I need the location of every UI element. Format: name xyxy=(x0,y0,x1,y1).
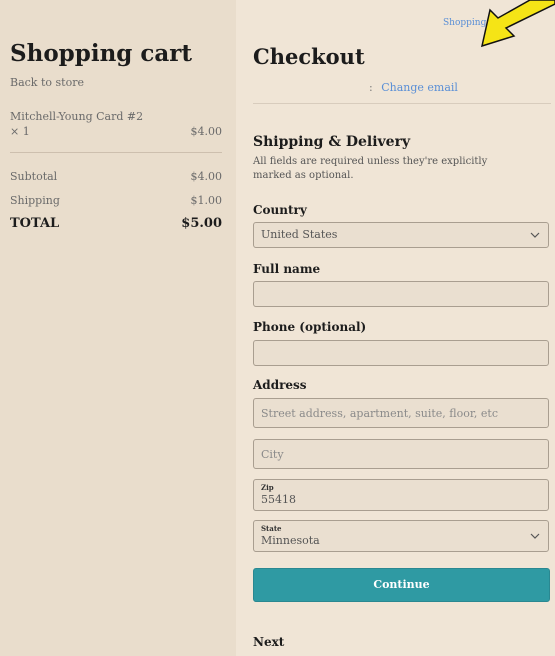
email-separator: : xyxy=(369,81,373,94)
cart-panel: Shopping cart Back to store Mitchell-You… xyxy=(0,0,236,656)
country-value: United States xyxy=(261,228,338,241)
country-select[interactable]: United States xyxy=(253,222,549,248)
shipping-value: $1.00 xyxy=(190,194,223,207)
yellow-arrow-icon xyxy=(480,0,555,48)
city-input[interactable]: City xyxy=(253,439,549,469)
next-heading: Next xyxy=(253,635,285,649)
cart-item-price: $4.00 xyxy=(190,125,223,138)
section-title: Shipping & Delivery xyxy=(253,134,411,150)
chevron-down-icon xyxy=(530,533,540,539)
total-row: TOTAL $5.00 xyxy=(10,216,222,231)
subtotal-label: Subtotal xyxy=(10,170,58,183)
checkout-title: Checkout xyxy=(253,44,365,69)
shipping-row: Shipping $1.00 xyxy=(10,194,222,207)
zip-value: 55418 xyxy=(261,493,296,506)
zip-input[interactable]: Zip 55418 xyxy=(253,479,549,511)
total-label: TOTAL xyxy=(10,216,60,231)
subtotal-row: Subtotal $4.00 xyxy=(10,170,222,183)
zip-label: Zip xyxy=(261,483,274,492)
chevron-down-icon xyxy=(530,232,540,238)
shipping-label: Shipping xyxy=(10,194,60,207)
cart-item-qty: × 1 xyxy=(10,125,30,138)
phone-input[interactable] xyxy=(253,340,549,366)
country-label: Country xyxy=(253,203,307,217)
state-value: Minnesota xyxy=(261,534,320,547)
address-label: Address xyxy=(253,378,307,392)
cart-item-name: Mitchell-Young Card #2 xyxy=(10,110,144,123)
cart-title: Shopping cart xyxy=(10,40,193,67)
total-value: $5.00 xyxy=(181,216,222,231)
street-placeholder: Street address, apartment, suite, floor,… xyxy=(261,407,499,420)
back-to-store-link[interactable]: Back to store xyxy=(10,76,84,89)
subtotal-value: $4.00 xyxy=(190,170,223,183)
section-description: All fields are required unless they're e… xyxy=(253,156,488,181)
city-placeholder: City xyxy=(261,448,284,461)
fullname-label: Full name xyxy=(253,262,321,276)
change-email-link[interactable]: Change email xyxy=(381,81,458,94)
continue-button[interactable]: Continue xyxy=(253,568,550,602)
fullname-input[interactable] xyxy=(253,281,549,307)
email-row: : Change email xyxy=(369,81,458,94)
checkout-divider xyxy=(253,103,551,104)
cart-divider xyxy=(10,152,222,153)
state-label: State xyxy=(261,524,282,533)
phone-label: Phone (optional) xyxy=(253,320,367,334)
street-address-input[interactable]: Street address, apartment, suite, floor,… xyxy=(253,398,549,428)
state-select[interactable]: State Minnesota xyxy=(253,520,549,552)
